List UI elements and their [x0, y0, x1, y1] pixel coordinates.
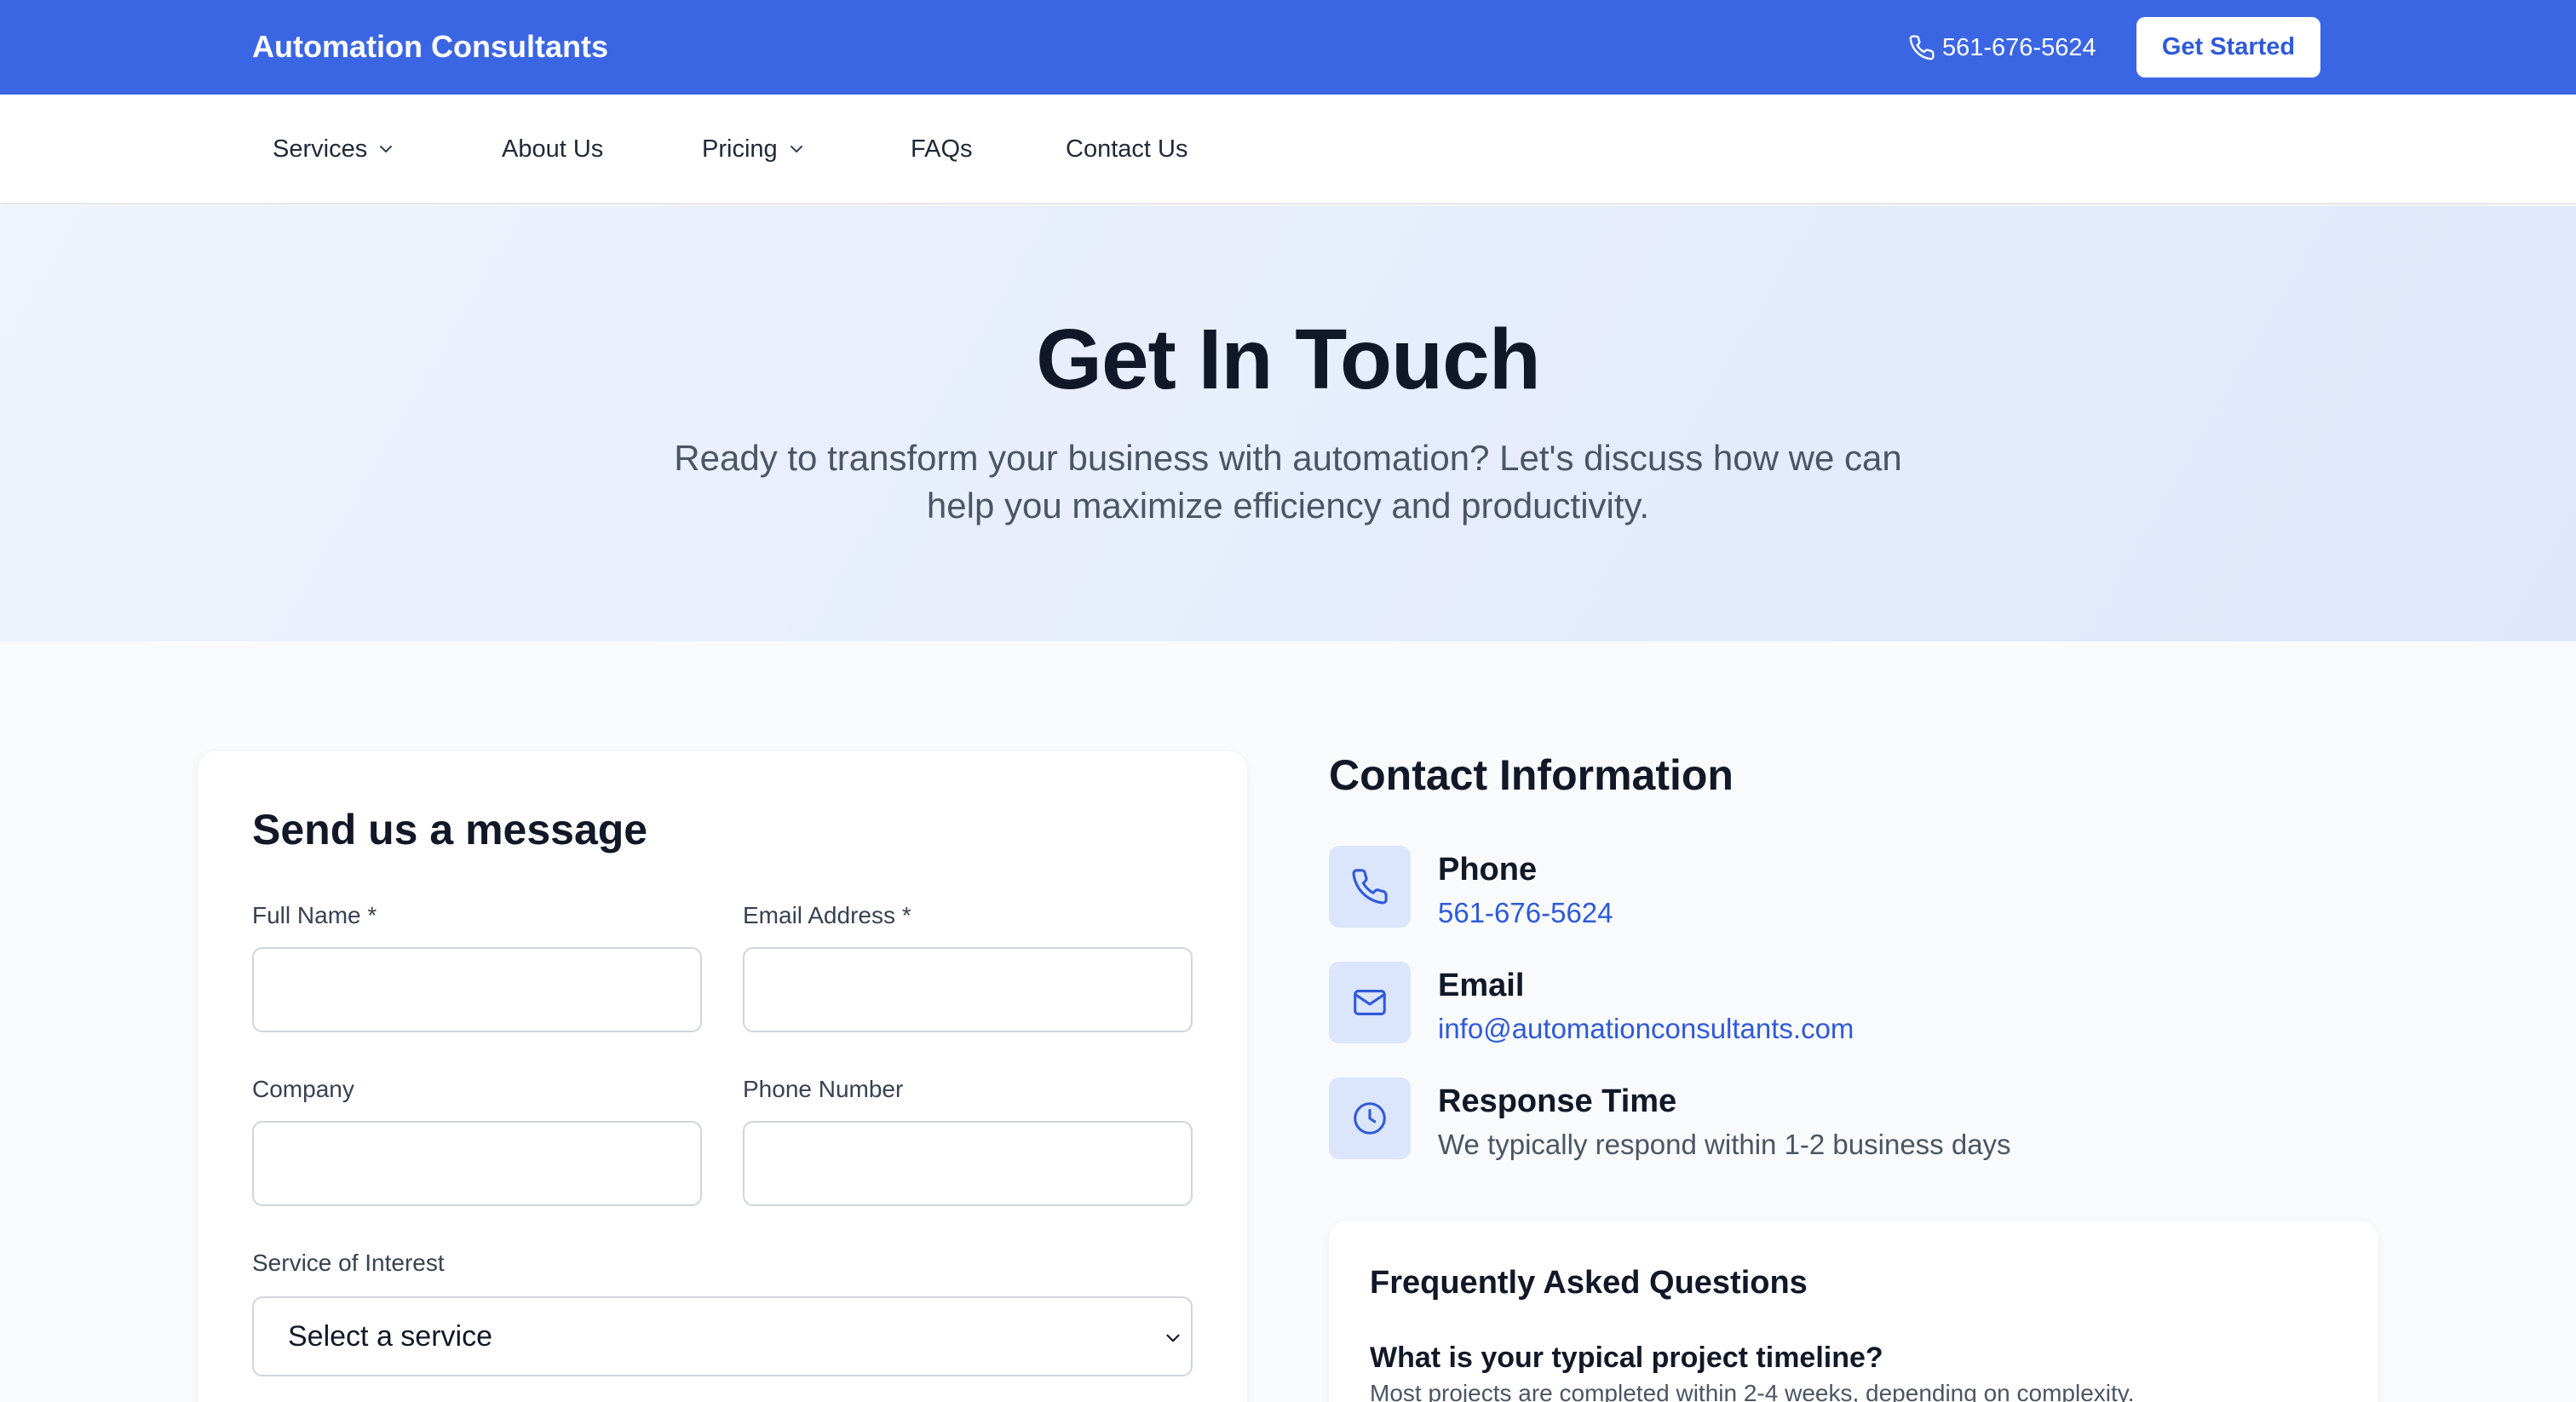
- full-name-label: Full Name *: [252, 902, 377, 928]
- contact-form-card: Send us a message Full Name * Email Addr…: [198, 751, 1247, 1402]
- chevron-down-icon: [1166, 1334, 1180, 1342]
- mail-icon: [1354, 990, 1386, 1015]
- top-bar: Automation Consultants 561-676-5624 Get …: [0, 0, 2576, 95]
- contact-phone-link[interactable]: 561-676-5624: [1438, 896, 1613, 930]
- faq-answer: Most projects are completed within 2-4 w…: [1370, 1380, 2135, 1402]
- chevron-down-icon: [790, 146, 802, 152]
- company-label: Company: [252, 1076, 354, 1102]
- header-phone-link[interactable]: 561-676-5624: [1908, 29, 2096, 66]
- contact-phone-heading: Phone: [1438, 852, 1538, 888]
- nav-item-pricing[interactable]: Pricing: [702, 132, 807, 166]
- hero-subtitle-line: Ready to transform your business with au…: [674, 438, 1902, 478]
- brand-logo-text[interactable]: Automation Consultants: [252, 28, 608, 66]
- nav-item-label: FAQs: [911, 135, 973, 163]
- header-phone-number: 561-676-5624: [1942, 33, 2096, 61]
- contact-email-icon-box: [1329, 962, 1411, 1043]
- chevron-down-icon: [380, 146, 393, 152]
- phone-number-field[interactable]: [743, 1121, 1193, 1206]
- service-select[interactable]: Select a service: [252, 1296, 1193, 1376]
- nav-item-services[interactable]: Services: [273, 132, 396, 166]
- response-time-heading: Response Time: [1438, 1083, 1677, 1119]
- nav-item-label: About Us: [502, 135, 604, 163]
- email-label: Email Address *: [743, 902, 911, 928]
- faq-question: What is your typical project timeline?: [1370, 1342, 1883, 1374]
- page-title: Get In Touch: [1036, 312, 1541, 407]
- service-label: Service of Interest: [252, 1250, 445, 1276]
- hero-subtitle: Ready to transform your business with au…: [649, 434, 1927, 530]
- phone-number-label: Phone Number: [743, 1076, 904, 1102]
- company-field[interactable]: [252, 1121, 702, 1206]
- service-select-value: Select a service: [288, 1319, 492, 1353]
- nav-item-about-us[interactable]: About Us: [502, 132, 603, 166]
- form-title: Send us a message: [252, 806, 648, 853]
- response-time-text: We typically respond within 1-2 business…: [1438, 1129, 2011, 1160]
- nav-item-label: Services: [273, 135, 368, 163]
- contact-email-link[interactable]: info@automationconsultants.com: [1438, 1012, 1854, 1046]
- nav-item-faqs[interactable]: FAQs: [911, 132, 973, 166]
- contact-phone-icon-box: [1329, 846, 1411, 928]
- contact-info-title: Contact Information: [1329, 751, 1734, 799]
- main-nav: Services About Us Pricing FAQs Contact U…: [0, 95, 2576, 204]
- phone-icon: [1352, 869, 1388, 905]
- phone-icon: [1909, 35, 1935, 60]
- full-name-field[interactable]: [252, 947, 702, 1032]
- faq-card: Frequently Asked Questions What is your …: [1329, 1221, 2378, 1402]
- nav-item-label: Contact Us: [1066, 135, 1188, 163]
- hero-section: Get In Touch Ready to transform your bus…: [0, 206, 2576, 641]
- contact-response-icon-box: [1329, 1077, 1411, 1159]
- clock-icon: [1354, 1102, 1386, 1135]
- nav-item-contact-us[interactable]: Contact Us: [1066, 132, 1187, 166]
- nav-item-label: Pricing: [702, 135, 778, 163]
- contact-email-heading: Email: [1438, 968, 1525, 1003]
- faq-title: Frequently Asked Questions: [1370, 1265, 1808, 1301]
- hero-subtitle-line: help you maximize efficiency and product…: [926, 486, 1650, 526]
- email-field[interactable]: [743, 947, 1193, 1032]
- get-started-button[interactable]: Get Started: [2136, 17, 2320, 78]
